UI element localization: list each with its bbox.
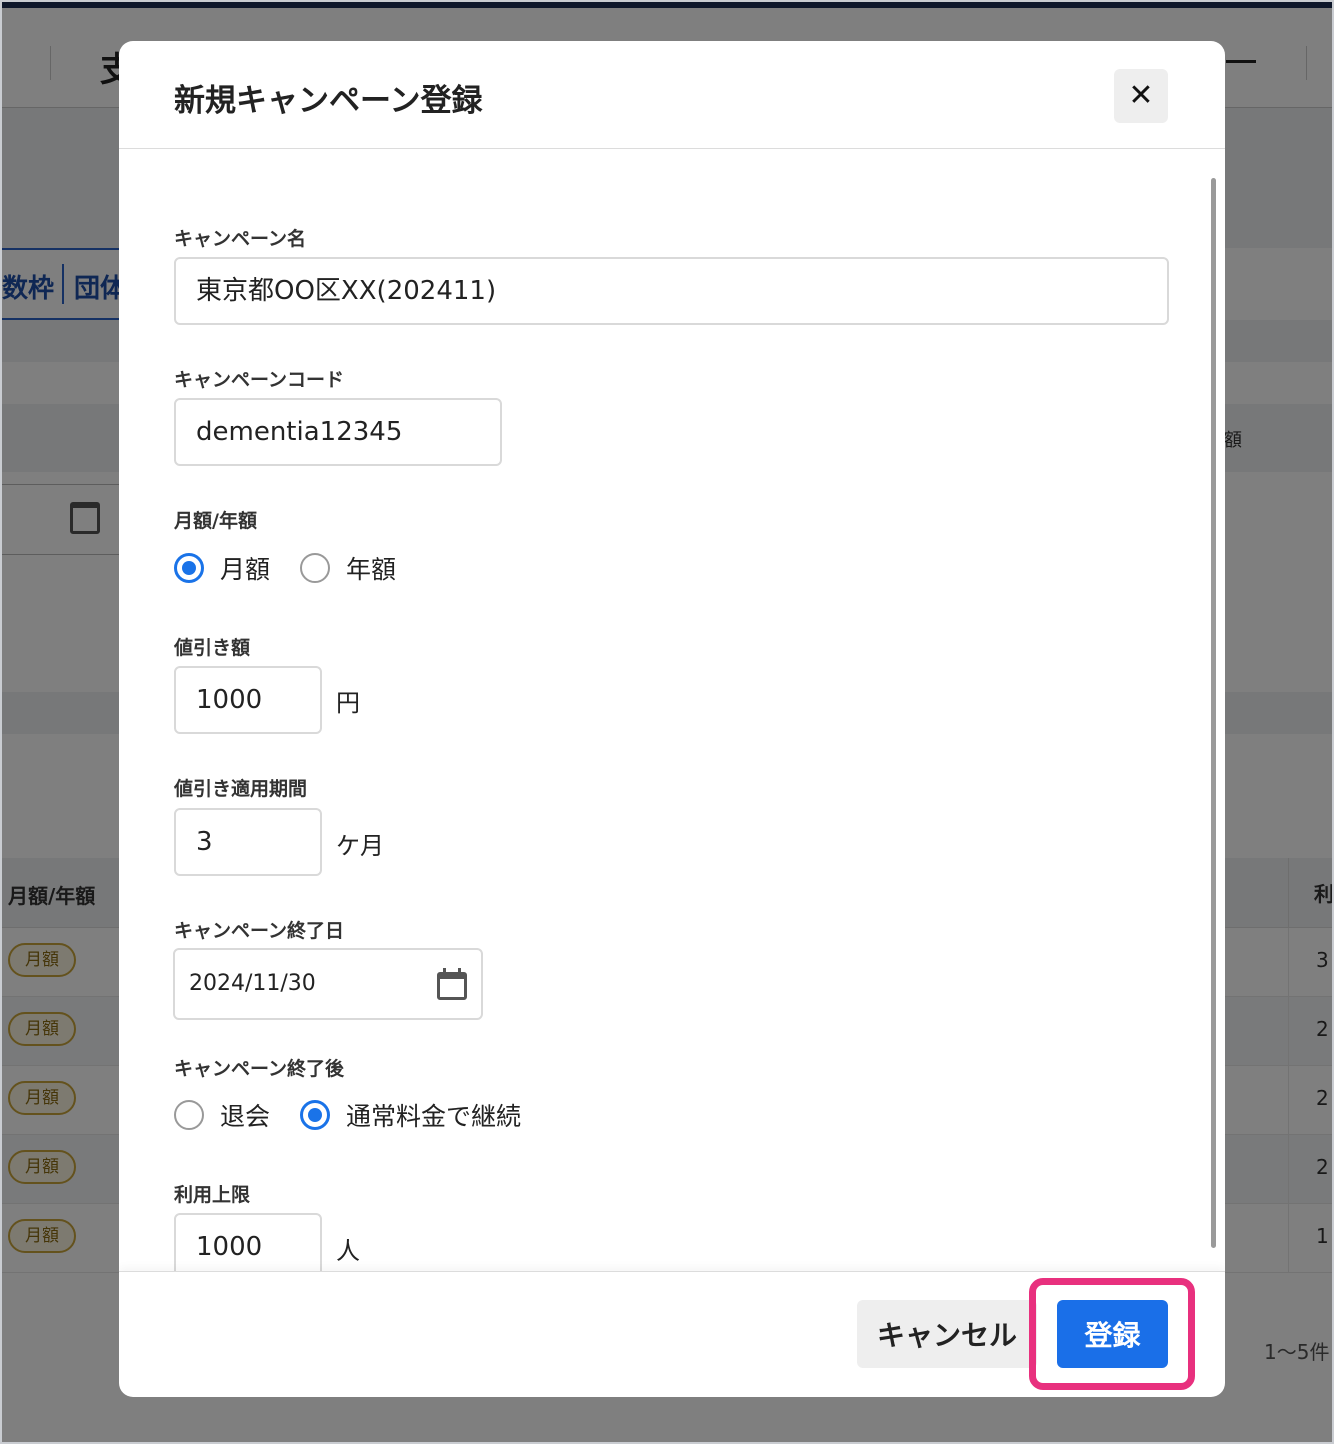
discount-amount-label: 値引き額 xyxy=(174,637,251,659)
billing-cycle-label: 月額/年額 xyxy=(174,510,257,532)
discount-amount-input[interactable]: 1000 xyxy=(174,666,322,734)
radio-withdraw[interactable]: 退会 xyxy=(174,1095,270,1135)
dialog-scrollbar[interactable] xyxy=(1211,178,1216,1248)
radio-monthly[interactable]: 月額 xyxy=(174,548,270,588)
radio-unchecked-icon xyxy=(300,553,330,583)
radio-yearly-label: 年額 xyxy=(346,555,397,584)
dialog-body[interactable]: キャンペーン名 東京都OO区XX(202411) キャンペーンコード demen… xyxy=(119,150,1225,1272)
discount-period-input[interactable]: 3 xyxy=(174,808,322,876)
radio-unchecked-icon xyxy=(174,1100,204,1130)
after-end-radio-group: 退会 通常料金で継続 xyxy=(174,1095,594,1135)
close-button[interactable]: ✕ xyxy=(1114,69,1168,123)
radio-checked-icon xyxy=(300,1100,330,1130)
new-campaign-dialog: 新規キャンペーン登録 ✕ キャンペーン名 東京都OO区XX(202411) キャ… xyxy=(119,41,1225,1397)
radio-yearly[interactable]: 年額 xyxy=(300,548,396,588)
campaign-name-label: キャンペーン名 xyxy=(174,228,307,250)
radio-monthly-label: 月額 xyxy=(220,555,271,584)
billing-cycle-radio-group: 月額 年額 xyxy=(174,548,474,588)
usage-limit-input[interactable]: 1000 xyxy=(174,1213,322,1272)
end-date-value: 2024/11/30 xyxy=(189,971,316,996)
campaign-code-input[interactable]: dementia12345 xyxy=(174,398,502,466)
calendar-icon[interactable] xyxy=(437,968,467,1000)
campaign-code-label: キャンペーンコード xyxy=(174,369,345,391)
close-icon: ✕ xyxy=(1128,79,1154,112)
dialog-title: 新規キャンペーン登録 xyxy=(174,83,483,119)
radio-withdraw-label: 退会 xyxy=(220,1102,271,1131)
register-button[interactable]: 登録 xyxy=(1057,1300,1168,1368)
dialog-header: 新規キャンペーン登録 ✕ xyxy=(119,41,1225,149)
cancel-button[interactable]: キャンセル xyxy=(857,1300,1037,1368)
campaign-name-input[interactable]: 東京都OO区XX(202411) xyxy=(174,257,1169,325)
end-date-label: キャンペーン終了日 xyxy=(174,920,345,942)
end-date-input[interactable]: 2024/11/30 xyxy=(173,948,483,1020)
radio-continue-label: 通常料金で継続 xyxy=(346,1102,522,1131)
usage-limit-unit: 人 xyxy=(336,1237,360,1265)
dialog-footer: キャンセル 登録 xyxy=(119,1271,1225,1397)
discount-period-label: 値引き適用期間 xyxy=(174,778,308,800)
radio-checked-icon xyxy=(174,553,204,583)
after-end-label: キャンペーン終了後 xyxy=(174,1058,345,1080)
usage-limit-label: 利用上限 xyxy=(174,1184,251,1206)
radio-continue[interactable]: 通常料金で継続 xyxy=(300,1095,521,1135)
discount-amount-unit: 円 xyxy=(336,689,360,717)
discount-period-unit: ケ月 xyxy=(336,832,384,860)
